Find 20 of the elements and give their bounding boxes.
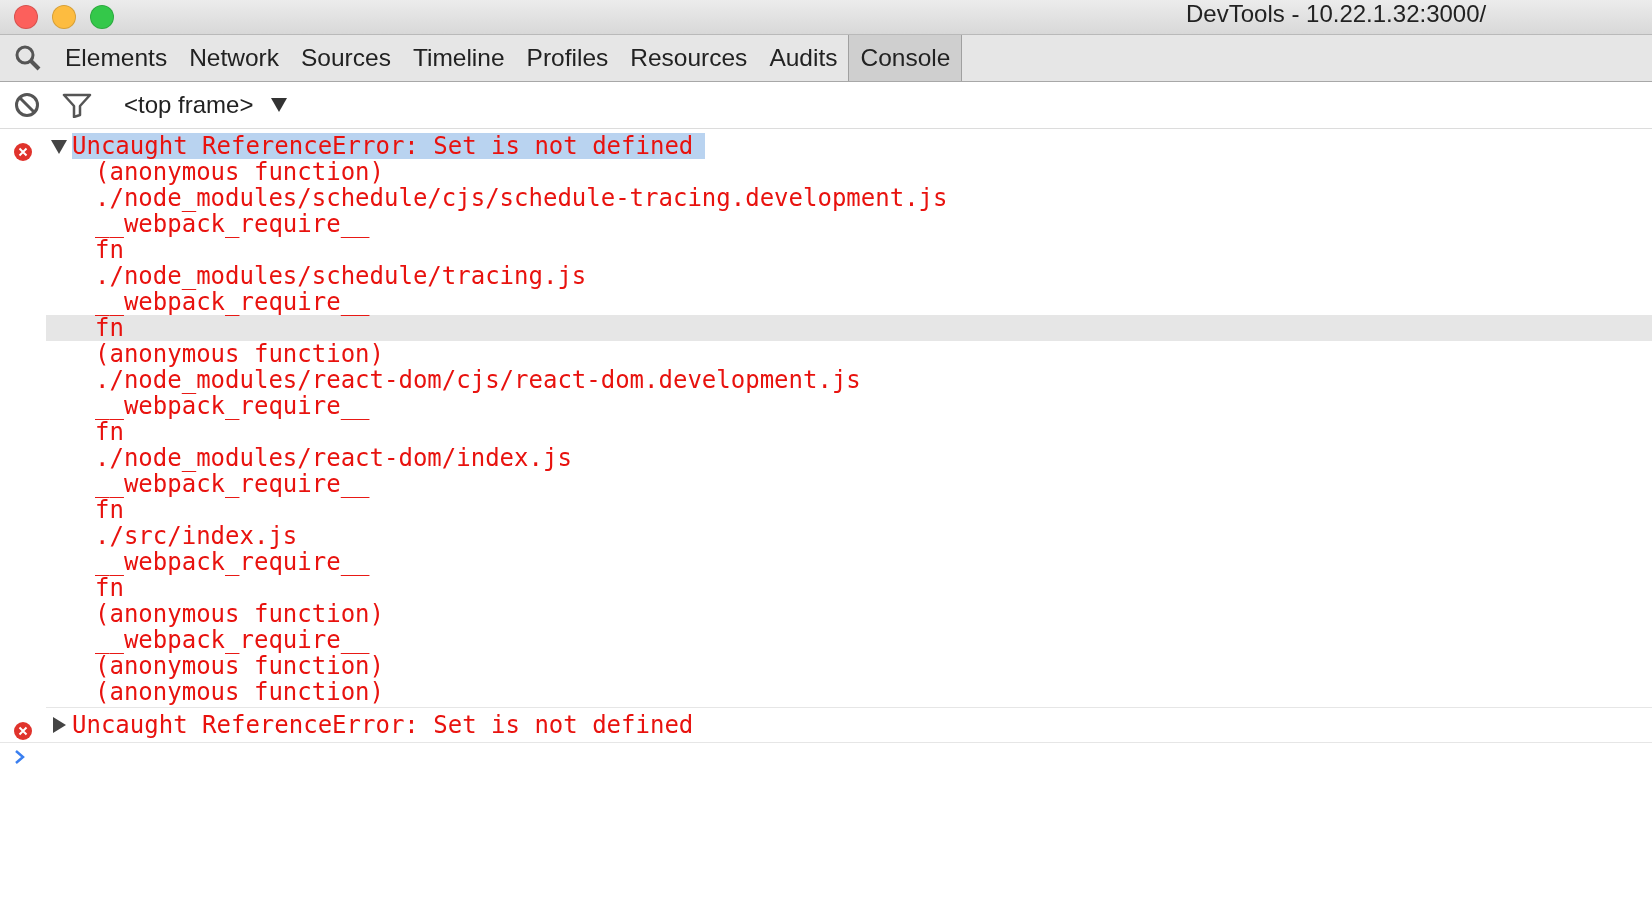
clear-icon[interactable] [14,92,40,118]
caret-icon [271,98,288,112]
panel-tab[interactable]: Sources [290,35,402,81]
panel-tab[interactable]: Audits [758,35,849,81]
panel-tab[interactable]: Profiles [515,35,620,81]
window-title: DevTools - 10.22.1.32:3000/ [1186,0,1487,28]
panel-tab[interactable]: Resources [619,35,759,81]
search-icon[interactable] [14,44,42,72]
panel-tab[interactable]: Timeline [401,35,516,81]
panel-tab[interactable]: Elements [54,35,179,81]
stack-frame: fn [46,315,1652,341]
panel-tab[interactable]: Network [178,35,290,81]
frame-selector[interactable]: <top frame> [114,91,288,119]
error-message[interactable]: Uncaught ReferenceError: Set is not defined [72,712,706,738]
close-light[interactable] [14,5,38,29]
filter-icon[interactable] [62,92,92,118]
prompt-icon [14,749,26,765]
panel-tab[interactable]: Console [848,35,963,81]
error-icon [14,143,32,161]
error-icon [14,722,32,740]
